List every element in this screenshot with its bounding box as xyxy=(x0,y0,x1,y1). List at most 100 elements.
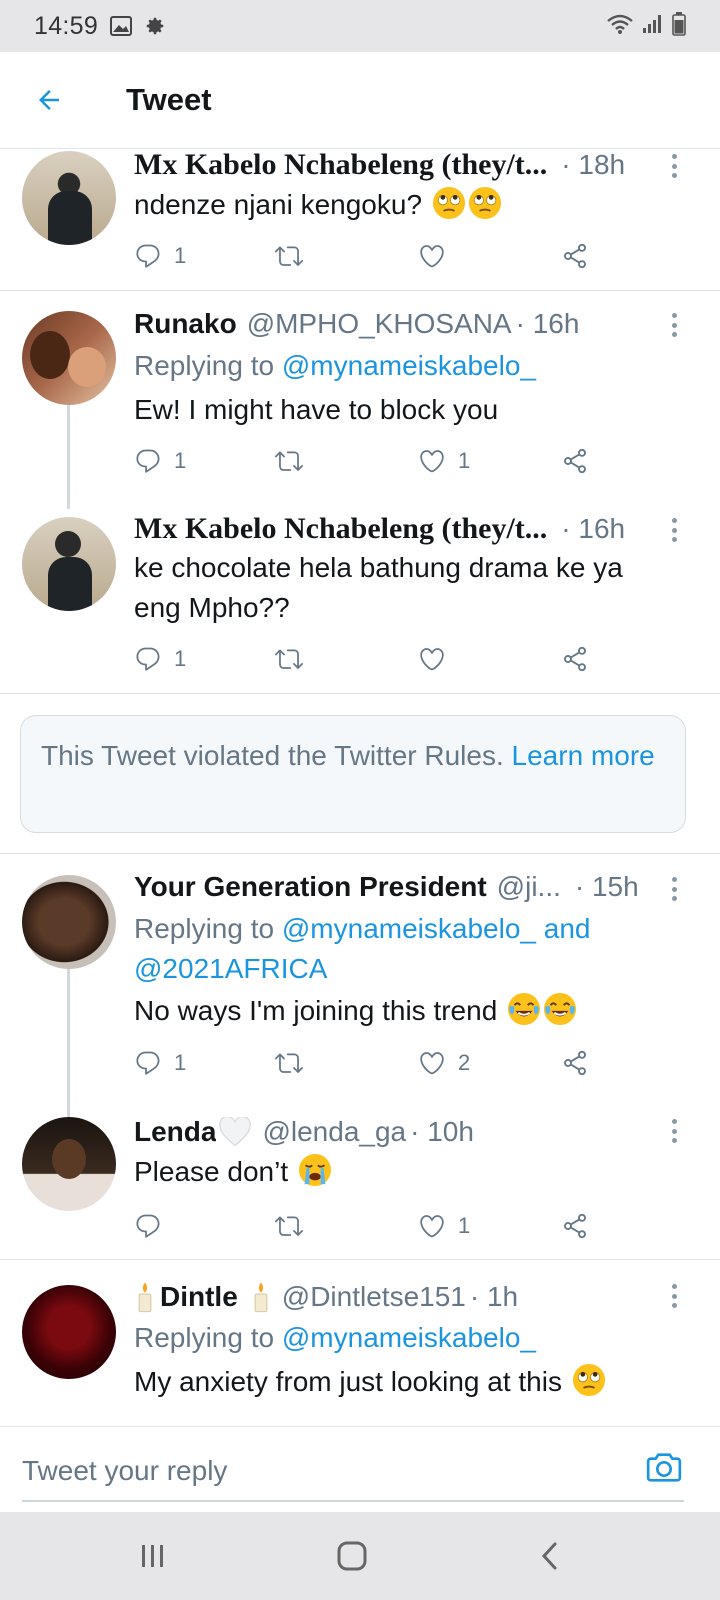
tweet-thread[interactable]: Mx Kabelo Nchabeleng (they/t... · 18h nd… xyxy=(0,149,720,1426)
heart-icon xyxy=(418,645,446,673)
more-options-icon[interactable] xyxy=(664,151,684,181)
reply-button[interactable]: 1 xyxy=(134,443,186,479)
reply-button[interactable]: 1 xyxy=(134,238,186,274)
input-underline xyxy=(22,1500,684,1502)
retweet-icon xyxy=(274,645,304,673)
reply-button[interactable]: 1 xyxy=(134,641,186,677)
tweet[interactable]: Runako @MPHO_KHOSANA · 16h Replying to @… xyxy=(0,291,720,509)
share-button[interactable] xyxy=(561,1208,589,1244)
like-button[interactable] xyxy=(418,641,446,677)
tweet-time: · 10h xyxy=(410,1116,474,1147)
author-handle[interactable]: @ji... xyxy=(497,871,561,903)
reply-icon xyxy=(134,1212,162,1240)
reply-composer xyxy=(0,1426,720,1512)
more-options-icon[interactable] xyxy=(664,874,684,904)
like-button[interactable]: 1 xyxy=(418,1208,470,1244)
like-button[interactable]: 1 xyxy=(418,443,470,479)
author-handle[interactable]: @MPHO_KHOSANA xyxy=(247,308,512,340)
violation-notice: This Tweet violated the Twitter Rules. L… xyxy=(20,715,686,833)
avatar[interactable] xyxy=(22,875,116,969)
retweet-button[interactable] xyxy=(274,443,304,479)
retweet-button[interactable] xyxy=(274,238,304,274)
recent-apps-icon[interactable] xyxy=(123,1536,183,1576)
face-with-rolling-eyes-icon xyxy=(468,186,502,220)
tweet[interactable]: Mx Kabelo Nchabeleng (they/t... · 16h ke… xyxy=(0,491,720,693)
share-button[interactable] xyxy=(561,1045,589,1081)
candle-icon xyxy=(254,1282,268,1313)
replying-to: Replying to @mynameiskabelo_ xyxy=(134,1322,536,1353)
status-bar: 14:59 xyxy=(0,0,720,52)
divider xyxy=(0,693,720,694)
mention-link[interactable]: @mynameiskabelo_ xyxy=(282,350,536,381)
arrow-left-icon[interactable] xyxy=(24,75,74,125)
share-icon xyxy=(561,645,589,673)
reply-button[interactable] xyxy=(134,1208,162,1244)
retweet-button[interactable] xyxy=(274,1208,304,1244)
page-title: Tweet xyxy=(126,82,212,117)
settings-gear-icon xyxy=(144,15,166,37)
face-with-rolling-eyes-icon xyxy=(432,186,466,220)
heart-icon xyxy=(418,242,446,270)
face-with-tears-of-joy-icon xyxy=(507,992,541,1026)
more-options-icon[interactable] xyxy=(664,1281,684,1311)
avatar[interactable] xyxy=(22,1285,116,1379)
app-header: Tweet xyxy=(0,52,720,149)
tweet[interactable]: Dintle @Dintletse151 · 1h Replying to @m… xyxy=(0,1260,720,1426)
author-name[interactable]: Mx Kabelo Nchabeleng (they/t... xyxy=(134,149,547,182)
retweet-button[interactable] xyxy=(274,641,304,677)
back-icon[interactable] xyxy=(520,1536,580,1576)
reply-input[interactable] xyxy=(22,1451,582,1491)
reply-icon xyxy=(134,447,162,475)
more-options-icon[interactable] xyxy=(664,515,684,545)
reply-button[interactable]: 1 xyxy=(134,1045,186,1081)
tweet-time: · 16h xyxy=(561,513,626,544)
avatar[interactable] xyxy=(22,1117,116,1211)
like-button[interactable]: 2 xyxy=(418,1045,470,1081)
share-icon xyxy=(561,242,589,270)
share-icon xyxy=(561,1212,589,1240)
camera-icon[interactable] xyxy=(644,1447,684,1487)
author-name[interactable]: Dintle xyxy=(160,1281,238,1313)
retweet-icon xyxy=(274,1049,304,1077)
battery-icon xyxy=(672,11,686,41)
replying-to: Replying to @mynameiskabelo_ xyxy=(134,350,536,381)
heart-icon xyxy=(418,1049,446,1077)
loudly-crying-face-icon xyxy=(298,1153,332,1187)
reply-icon xyxy=(134,1049,162,1077)
author-name[interactable]: Lenda xyxy=(134,1116,216,1148)
thread-line xyxy=(67,969,70,1119)
tweet-text: No ways I'm joining this trend xyxy=(134,991,670,1031)
tweet-text: Ew! I might have to block you xyxy=(134,394,499,425)
more-options-icon[interactable] xyxy=(664,1116,684,1146)
tweet[interactable]: Mx Kabelo Nchabeleng (they/t... · 18h nd… xyxy=(0,149,720,290)
retweet-icon xyxy=(274,1212,304,1240)
face-with-tears-of-joy-icon xyxy=(543,992,577,1026)
share-button[interactable] xyxy=(561,641,589,677)
home-icon[interactable] xyxy=(322,1536,382,1576)
learn-more-link[interactable]: Learn more xyxy=(512,740,655,771)
tweet[interactable]: Your Generation President @ji... · 15h R… xyxy=(0,854,720,1119)
retweet-icon xyxy=(274,242,304,270)
author-name[interactable]: Runako xyxy=(134,308,237,340)
retweet-button[interactable] xyxy=(274,1045,304,1081)
avatar[interactable] xyxy=(22,311,116,405)
share-button[interactable] xyxy=(561,238,589,274)
mention-link[interactable]: @mynameiskabelo_ xyxy=(282,1322,536,1353)
tweet-text: My anxiety from just looking at this xyxy=(134,1362,670,1402)
system-nav-bar xyxy=(0,1512,720,1600)
author-name[interactable]: Your Generation President xyxy=(134,871,487,903)
avatar[interactable] xyxy=(22,151,116,245)
avatar[interactable] xyxy=(22,517,116,611)
more-options-icon[interactable] xyxy=(664,310,684,340)
author-name[interactable]: Mx Kabelo Nchabeleng (they/t... xyxy=(134,512,547,546)
reply-icon xyxy=(134,645,162,673)
like-button[interactable] xyxy=(418,238,446,274)
tweet[interactable]: Lenda @lenda_ga · 10h Please don’t 1 xyxy=(0,1102,720,1259)
tweet-text: Please don’t xyxy=(134,1152,670,1192)
replying-to: Replying to @mynameiskabelo_ and @2021AF… xyxy=(134,913,591,984)
candle-icon xyxy=(138,1282,152,1313)
share-button[interactable] xyxy=(561,443,589,479)
author-handle[interactable]: @Dintletse151 xyxy=(282,1281,466,1313)
share-icon xyxy=(561,447,589,475)
author-handle[interactable]: @lenda_ga xyxy=(262,1116,406,1148)
